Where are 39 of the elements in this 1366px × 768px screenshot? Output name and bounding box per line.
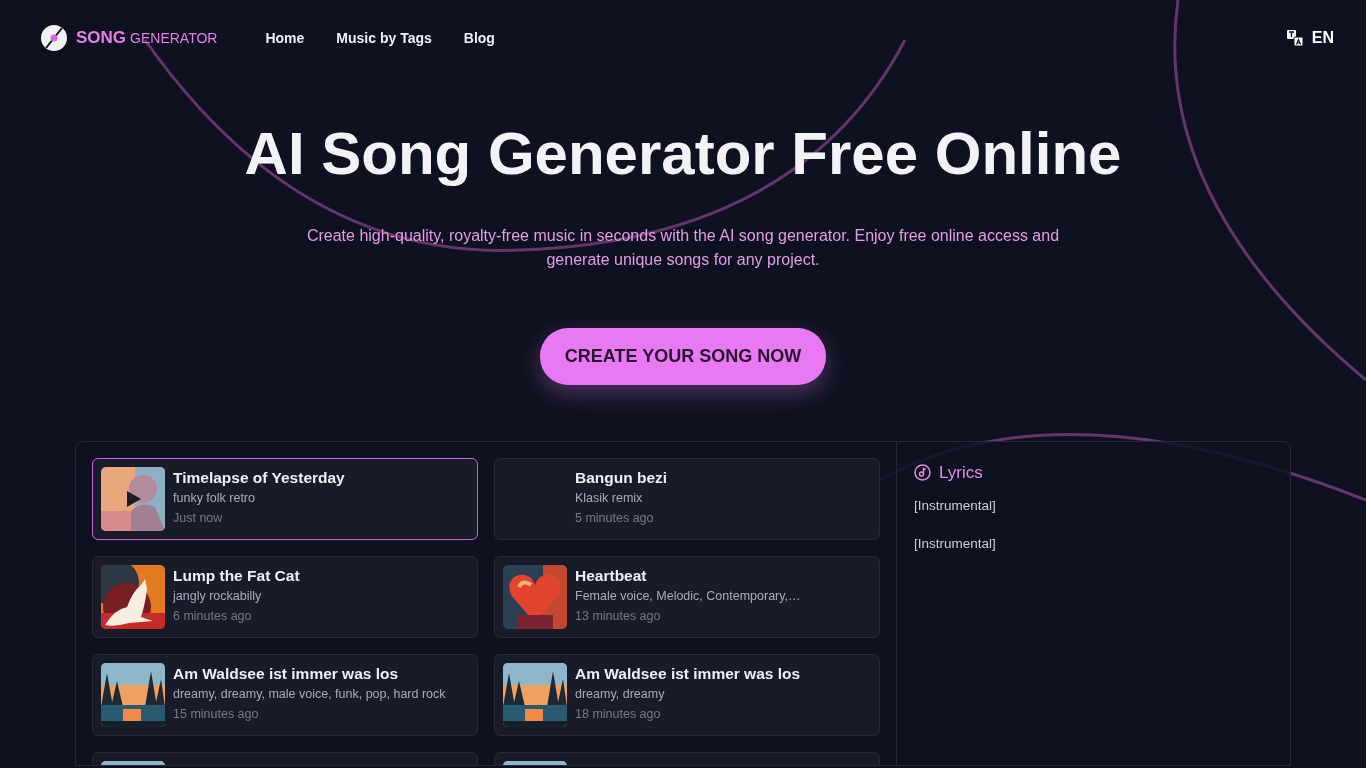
- lyrics-line: [Instrumental]: [914, 496, 997, 515]
- song-time: 15 minutes ago: [173, 706, 260, 723]
- song-tags: dreamy, dreamy: [575, 685, 801, 703]
- lyrics-line: [Instrumental]: [914, 534, 997, 553]
- song-tags: Klasik remix: [575, 489, 668, 507]
- nav-link[interactable]: Blog: [463, 27, 495, 49]
- song-time: 18 minutes ago: [575, 706, 662, 723]
- hero-subtitle: Create high-quality, royalty-free music in seconds with the AI song generator. Enjoy free online access and generate unique songs for any project.: [305, 226, 1061, 270]
- create-song-button[interactable]: CREATE YOUR SONG NOW: [539, 328, 827, 385]
- song-card[interactable]: Timelapse of Yesterday funky folk retro Just now: [92, 458, 478, 540]
- lyrics-heading: Lyrics: [939, 462, 983, 484]
- song-title: Am Waldsee ist immer was los: [173, 664, 400, 684]
- song-card[interactable]: Heartbeat Female voice, Melodic, Contemporary,… 13 minutes ago: [494, 556, 880, 638]
- song-title: Heartbeat: [575, 566, 648, 586]
- song-title: Bangun bezi: [575, 468, 668, 488]
- song-tags: Female voice, Melodic, Contemporary,…: [575, 587, 801, 605]
- song-card[interactable]: Am Waldsee ist immer was los dreamy, dreamy, male voice, funk, pop, hard rock 15 minutes ago: [92, 654, 478, 736]
- nav-link[interactable]: Music by Tags: [336, 27, 432, 49]
- song-title: Timelapse of Yesterday: [173, 468, 345, 488]
- brand-logo[interactable]: SONG GENERATOR: [40, 24, 218, 52]
- song-title: Lump the Fat Cat: [173, 566, 300, 586]
- song-card[interactable]: Lump the Fat Cat jangly rockabilly 6 minutes ago: [92, 556, 478, 638]
- song-time: Just now: [173, 510, 224, 527]
- nav-link[interactable]: Home: [265, 27, 305, 49]
- song-card[interactable]: Bangun bezi Klasik remix 5 minutes ago: [494, 458, 880, 540]
- song-tags: dreamy, dreamy, male voice, funk, pop, hard rock: [173, 685, 446, 703]
- play-icon[interactable]: [126, 490, 142, 508]
- disc-logo-icon: [40, 24, 68, 52]
- song-time: 13 minutes ago: [575, 608, 662, 625]
- translate-icon: [1285, 29, 1304, 47]
- music-disc-icon: [914, 464, 931, 482]
- song-tags: jangly rockabilly: [173, 587, 300, 605]
- song-time: 6 minutes ago: [173, 608, 253, 625]
- song-title: Am Waldsee ist immer was los: [575, 664, 801, 684]
- song-card[interactable]: Am Waldsee ist immer was los dreamy, dreamy 18 minutes ago: [494, 654, 880, 736]
- song-time: 5 minutes ago: [575, 510, 655, 527]
- song-tags: funky folk retro: [173, 489, 345, 507]
- language-button[interactable]: EN: [1285, 26, 1334, 50]
- hero-title: AI Song Generator Free Online: [243, 119, 1123, 189]
